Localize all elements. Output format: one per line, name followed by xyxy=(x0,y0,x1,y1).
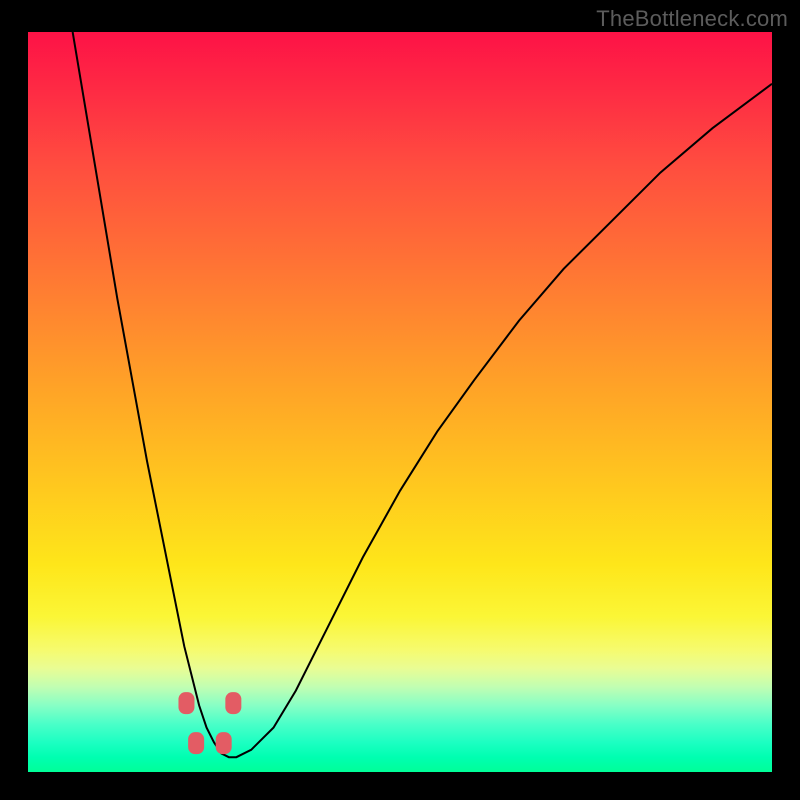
watermark-text: TheBottleneck.com xyxy=(596,6,788,32)
chart-svg xyxy=(28,32,772,772)
curve-marker xyxy=(188,732,204,754)
curve-marker xyxy=(225,692,241,714)
curve-markers xyxy=(178,692,241,754)
bottleneck-curve xyxy=(73,32,772,757)
chart-container: TheBottleneck.com xyxy=(0,0,800,800)
plot-area xyxy=(28,32,772,772)
curve-marker xyxy=(216,732,232,754)
curve-marker xyxy=(178,692,194,714)
